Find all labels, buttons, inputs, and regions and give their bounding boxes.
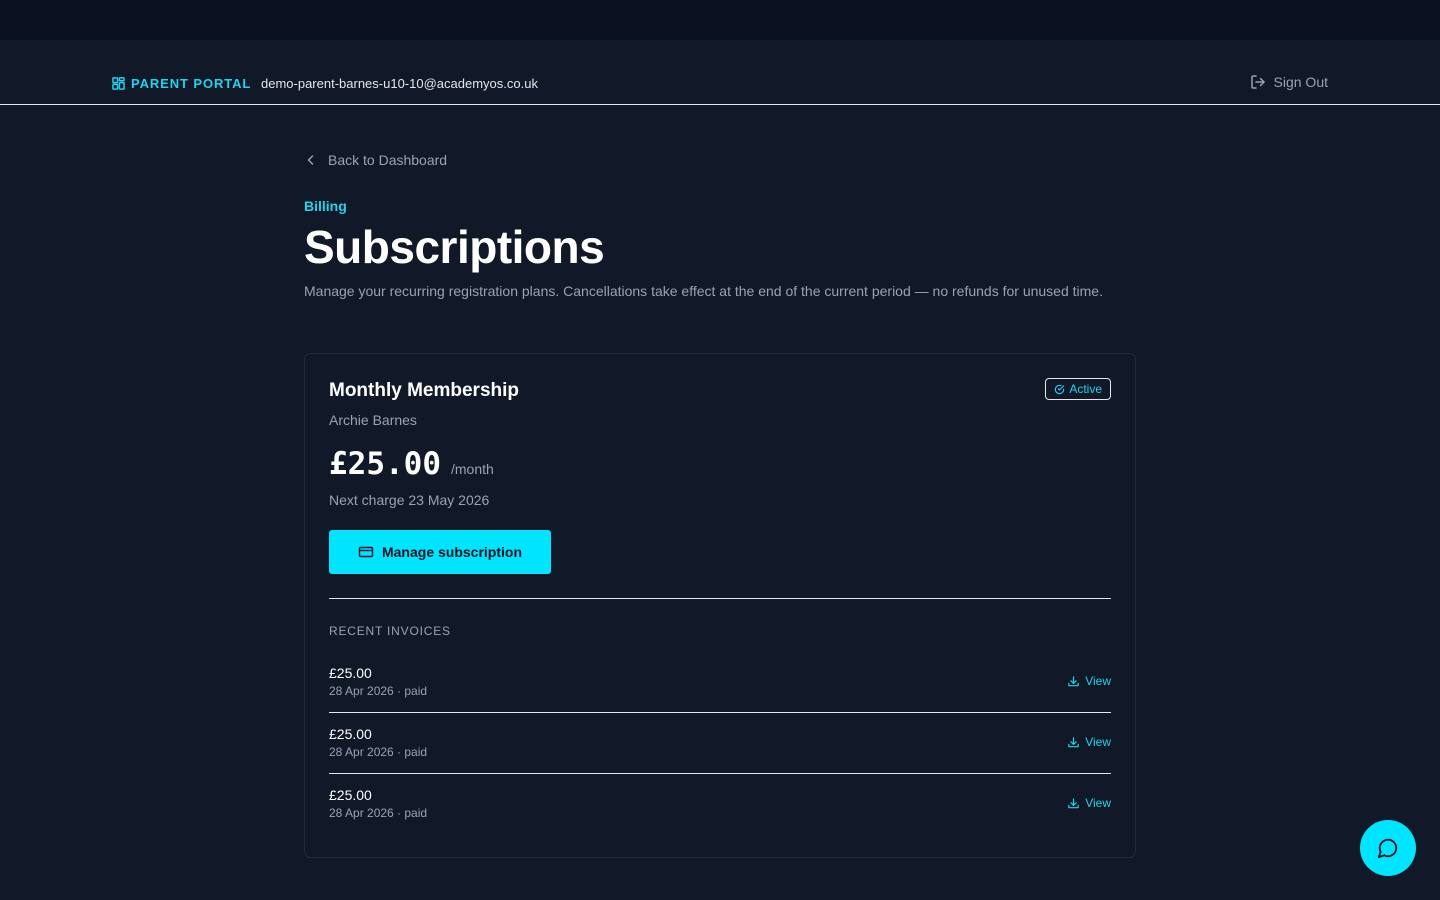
status-label: Active: [1069, 382, 1102, 396]
manage-subscription-label: Manage subscription: [381, 544, 523, 560]
sign-out-button[interactable]: Sign Out: [1250, 74, 1328, 90]
manage-subscription-button[interactable]: Manage subscription: [329, 530, 551, 574]
chat-button[interactable]: [1360, 820, 1416, 876]
logout-icon: [1250, 74, 1266, 90]
billing-period: /month: [450, 461, 494, 477]
subscription-card: Monthly Membership Active Archie Barnes …: [304, 353, 1136, 858]
top-strip: [0, 0, 1440, 40]
app-header: PARENT PORTAL demo-parent-barnes-u10-10@…: [0, 40, 1440, 105]
view-invoice-link[interactable]: View: [1067, 735, 1111, 749]
page-description: Manage your recurring registration plans…: [304, 283, 1103, 299]
download-icon: [1067, 675, 1080, 688]
view-label: View: [1085, 796, 1111, 810]
view-label: View: [1085, 735, 1111, 749]
plan-name: Monthly Membership: [329, 380, 520, 401]
invoice-row: £25.00 28 Apr 2026 · paid View: [329, 713, 1111, 774]
invoice-amount: £25.00: [329, 787, 372, 803]
chevron-left-icon: [304, 153, 318, 167]
back-label: Back to Dashboard: [328, 152, 448, 168]
grid-icon: [112, 77, 125, 90]
brand[interactable]: PARENT PORTAL: [112, 76, 251, 91]
invoice-meta: 28 Apr 2026 · paid: [329, 745, 428, 759]
credit-card-icon: [358, 544, 374, 560]
brand-label: PARENT PORTAL: [131, 76, 252, 91]
invoice-row: £25.00 28 Apr 2026 · paid View: [329, 652, 1111, 713]
invoice-amount: £25.00: [329, 665, 372, 681]
status-badge: Active: [1045, 378, 1111, 400]
view-invoice-link[interactable]: View: [1067, 674, 1111, 688]
invoice-amount: £25.00: [329, 726, 372, 742]
page-title: Subscriptions: [304, 221, 605, 273]
view-invoice-link[interactable]: View: [1067, 796, 1111, 810]
chat-bubble-icon: [1377, 837, 1399, 859]
invoice-list: £25.00 28 Apr 2026 · paid View £25.00 28…: [329, 652, 1111, 835]
invoice-meta: 28 Apr 2026 · paid: [329, 684, 428, 698]
download-icon: [1067, 797, 1080, 810]
price: £25.00: [329, 446, 441, 482]
user-email: demo-parent-barnes-u10-10@academyos.co.u…: [261, 76, 538, 91]
next-charge: Next charge 23 May 2026: [329, 492, 490, 508]
child-name: Archie Barnes: [329, 412, 417, 428]
divider: [329, 598, 1111, 599]
check-circle-icon: [1054, 384, 1065, 395]
price-row: £25.00 /month: [329, 446, 494, 482]
invoice-row: £25.00 28 Apr 2026 · paid View: [329, 774, 1111, 835]
page-eyebrow: Billing: [304, 198, 347, 214]
download-icon: [1067, 736, 1080, 749]
recent-invoices-heading: RECENT INVOICES: [329, 624, 451, 638]
back-to-dashboard-link[interactable]: Back to Dashboard: [304, 152, 447, 168]
view-label: View: [1085, 674, 1111, 688]
invoice-meta: 28 Apr 2026 · paid: [329, 806, 428, 820]
sign-out-label: Sign Out: [1273, 74, 1328, 90]
